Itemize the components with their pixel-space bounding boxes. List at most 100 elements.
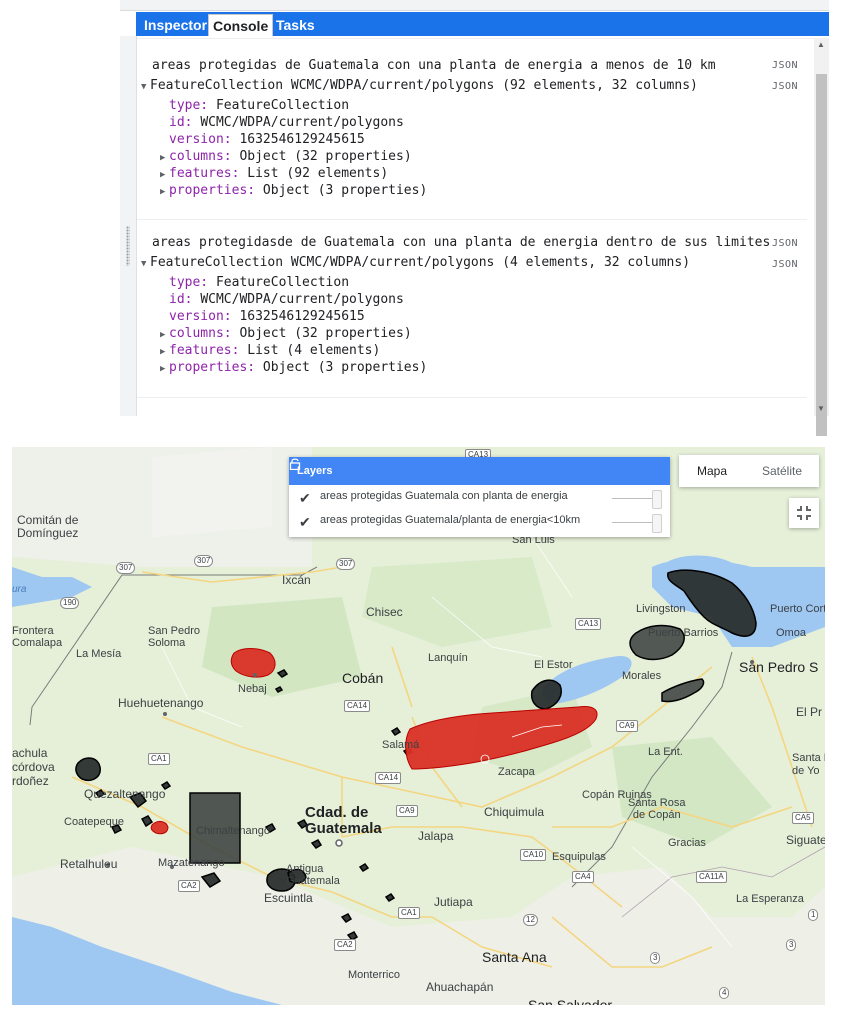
map-label-santa-rosa-copan: Santa Rosa de Copán bbox=[628, 797, 686, 821]
map-label-lanquin: Lanquín bbox=[428, 652, 468, 664]
property-properties[interactable]: ▶ properties: Object (3 properties) bbox=[160, 182, 427, 199]
tab-console[interactable]: Console bbox=[208, 14, 274, 36]
map-label-ahuachapan: Ahuachapán bbox=[426, 980, 494, 994]
console-scrollbar[interactable]: ▲ ▼ bbox=[814, 38, 829, 436]
map-label-esquipulas: Esquipulas bbox=[552, 851, 606, 863]
map-label-chiquimula: Chiquimula bbox=[484, 805, 545, 819]
property-id: id: WCMC/WDPA/current/polygons bbox=[169, 292, 404, 307]
road-shield: CA9 bbox=[616, 720, 638, 732]
map-label-santa-rita: Santa R de Yo bbox=[792, 752, 825, 777]
map-label-san-pedro-sula: San Pedro S bbox=[739, 659, 819, 675]
expanded-triangle-icon[interactable]: ▼ bbox=[141, 79, 150, 96]
drag-handle-icon[interactable] bbox=[126, 226, 130, 266]
road-shield: 307 bbox=[194, 555, 214, 567]
road-shield: CA14 bbox=[344, 700, 371, 712]
layers-title: Layers bbox=[297, 465, 333, 477]
tab-inspector[interactable]: Inspector bbox=[140, 14, 211, 36]
map-label-frontera-comalapa: Frontera Comalapa bbox=[12, 625, 63, 649]
map-type-satellite-button[interactable]: Satélite bbox=[745, 455, 819, 487]
map-label-salama: Salamá bbox=[382, 739, 420, 751]
collapsed-triangle-icon[interactable]: ▶ bbox=[160, 361, 169, 378]
map-label-zacapa: Zacapa bbox=[498, 766, 535, 778]
map-label-antigua: Antigua Guatemala bbox=[286, 863, 340, 887]
map-label-chimaltenango: Chimaltenango bbox=[196, 825, 270, 837]
expanded-triangle-icon[interactable]: ▼ bbox=[141, 256, 150, 273]
property-columns[interactable]: ▶ columns: Object (32 properties) bbox=[160, 325, 412, 342]
panel-top-edge bbox=[120, 0, 829, 11]
map-label-puerto-barrios: Puerto Barrios bbox=[648, 627, 719, 639]
road-shield: CA1 bbox=[148, 753, 170, 765]
road-shield: CA2 bbox=[334, 939, 356, 951]
road-shield: 190 bbox=[60, 597, 80, 609]
map-label-quetzaltenango: Quezaltenango bbox=[84, 787, 166, 801]
fullscreen-exit-icon bbox=[797, 506, 811, 520]
map-label-san-salvador: San Salvador bbox=[528, 997, 613, 1005]
property-type: type: FeatureCollection bbox=[169, 98, 350, 113]
map-label-livingston: Livingston bbox=[636, 603, 686, 615]
console-message: areas protegidasde de Guatemala con una … bbox=[152, 235, 771, 250]
entry-divider bbox=[137, 397, 807, 398]
json-link[interactable]: JSON bbox=[772, 81, 798, 92]
map-label-omoa: Omoa bbox=[776, 627, 806, 639]
lock-icon[interactable] bbox=[289, 457, 301, 470]
property-id: id: WCMC/WDPA/current/polygons bbox=[169, 115, 404, 130]
map-type-control: Mapa Satélite bbox=[679, 455, 819, 487]
road-shield: CA10 bbox=[520, 849, 547, 861]
json-link[interactable]: JSON bbox=[772, 60, 798, 71]
opacity-slider-thumb[interactable] bbox=[652, 490, 662, 509]
scroll-down-icon[interactable]: ▼ bbox=[817, 404, 825, 413]
opacity-slider-track[interactable] bbox=[612, 522, 656, 523]
property-columns[interactable]: ▶ columns: Object (32 properties) bbox=[160, 148, 412, 165]
fullscreen-button[interactable] bbox=[789, 498, 819, 528]
feature-collection-summary[interactable]: ▼ FeatureCollection WCMC/WDPA/current/pol… bbox=[141, 77, 698, 94]
tab-tasks[interactable]: Tasks bbox=[272, 14, 319, 36]
json-link[interactable]: JSON bbox=[772, 238, 798, 249]
opacity-slider-track[interactable] bbox=[612, 498, 656, 499]
console-panel: Inspector Console Tasks areas protegidas… bbox=[120, 0, 829, 436]
property-properties[interactable]: ▶ properties: Object (3 properties) bbox=[160, 359, 427, 376]
collapsed-triangle-icon[interactable]: ▶ bbox=[160, 184, 169, 201]
layer-checkbox[interactable]: ✔ bbox=[299, 491, 314, 506]
road-shield: CA13 bbox=[575, 618, 602, 630]
map-label-nebaj: Nebaj bbox=[238, 683, 267, 695]
map-view[interactable]: Comitán de Domínguez Ixcán Chisec Fronte… bbox=[12, 447, 825, 1005]
layer-row: ✔ areas protegidas Guatemala con planta … bbox=[297, 489, 662, 509]
layer-label: areas protegidas Guatemala/planta de ene… bbox=[320, 514, 581, 526]
property-version: version: 1632546129245615 bbox=[169, 309, 365, 324]
property-features[interactable]: ▶ features: List (92 elements) bbox=[160, 165, 388, 182]
map-label-mazatenango: Mazatenango bbox=[158, 857, 225, 869]
console-output: areas protegidas de Guatemala con una pl… bbox=[137, 38, 815, 417]
map-label-retalhuleu: Retalhuleu bbox=[60, 857, 118, 871]
scroll-thumb[interactable] bbox=[816, 74, 827, 436]
layer-checkbox[interactable]: ✔ bbox=[299, 515, 314, 530]
road-shield: CA5 bbox=[792, 812, 814, 824]
map-label-tapachula: achula córdova rdoñez bbox=[12, 746, 55, 788]
scroll-up-icon[interactable]: ▲ bbox=[817, 40, 825, 49]
panel-tab-bar: Inspector Console Tasks bbox=[136, 12, 829, 36]
map-label-coban: Cobán bbox=[342, 670, 384, 686]
map-label-san-pedro-soloma: San Pedro Soloma bbox=[148, 625, 200, 649]
road-shield: CA9 bbox=[396, 805, 418, 817]
property-features[interactable]: ▶ features: List (4 elements) bbox=[160, 342, 380, 359]
layers-header[interactable]: Layers bbox=[289, 457, 670, 485]
property-version: version: 1632546129245615 bbox=[169, 132, 365, 147]
map-label-coatepeque: Coatepeque bbox=[64, 816, 124, 828]
road-shield: CA14 bbox=[375, 772, 402, 784]
property-type: type: FeatureCollection bbox=[169, 275, 350, 290]
map-label-el-estor: El Estor bbox=[534, 659, 573, 671]
map-label-el-progreso: El Pr bbox=[796, 705, 823, 719]
road-shield: CA11A bbox=[696, 871, 727, 883]
map-label-chisec: Chisec bbox=[366, 605, 403, 619]
map-type-map-button[interactable]: Mapa bbox=[679, 455, 745, 487]
opacity-slider-thumb[interactable] bbox=[652, 514, 662, 533]
map-label-santa-ana: Santa Ana bbox=[482, 949, 547, 965]
map-label-siguatepeque: Siguate bbox=[786, 833, 825, 847]
map-label-comitan: Comitán de Domínguez bbox=[17, 513, 79, 540]
layer-label: areas protegidas Guatemala con planta de… bbox=[320, 490, 568, 502]
json-link[interactable]: JSON bbox=[772, 259, 798, 270]
panel-resize-strip[interactable] bbox=[120, 36, 137, 416]
map-label-jalapa: Jalapa bbox=[418, 829, 454, 843]
road-shield: 307 bbox=[116, 562, 136, 574]
map-label-water: ura bbox=[12, 584, 27, 595]
feature-collection-summary[interactable]: ▼ FeatureCollection WCMC/WDPA/current/pol… bbox=[141, 254, 690, 271]
